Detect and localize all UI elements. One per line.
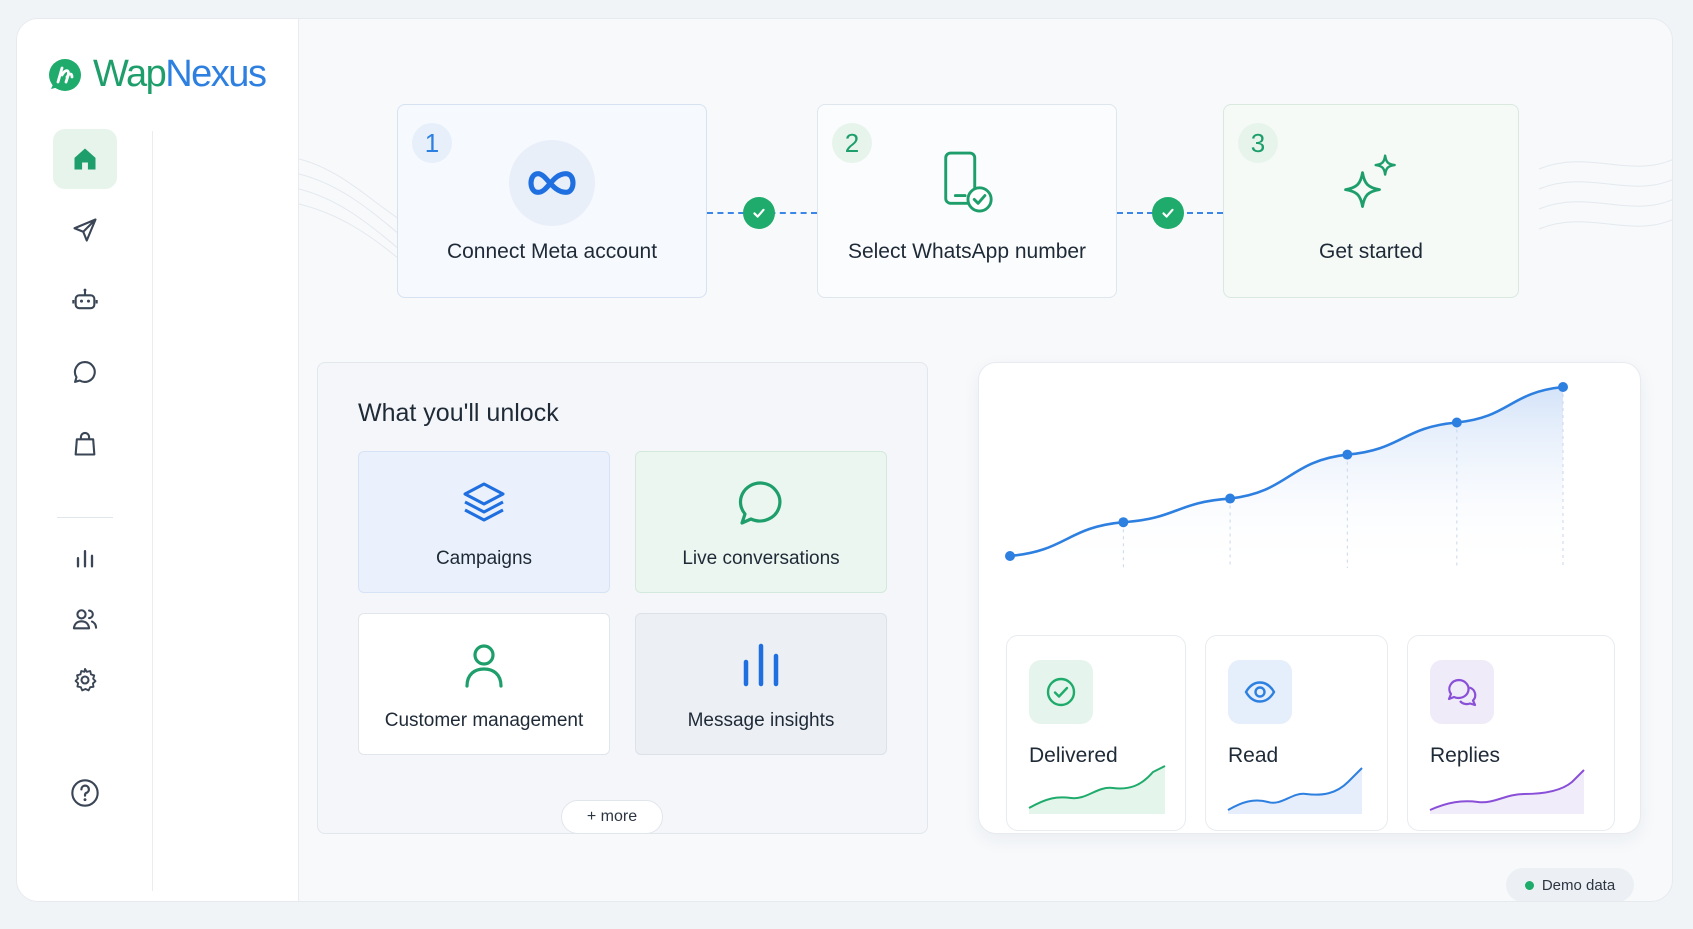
sidebar-item-settings[interactable] (53, 650, 117, 710)
chart-data-point (1558, 382, 1568, 392)
home-icon (74, 148, 96, 170)
step-icon-wrap (924, 140, 1010, 226)
sidebar-item-home[interactable] (53, 129, 117, 189)
metric-card-replies[interactable]: Replies (1407, 635, 1615, 831)
step-icon-wrap (1328, 140, 1414, 226)
demo-status-dot (1524, 880, 1534, 890)
demo-data-badge: Demo data (1506, 868, 1634, 901)
metric-card-read[interactable]: Read (1205, 635, 1388, 831)
bot-icon (72, 288, 98, 310)
step-select-number[interactable]: 2 Select WhatsApp number (817, 104, 1117, 298)
feature-label: Message insights (687, 710, 835, 731)
brand-name-part-wap: Wap (93, 53, 167, 95)
bars-icon (743, 643, 779, 687)
metric-icon-wrap (1228, 660, 1292, 724)
feature-label: Campaigns (435, 548, 533, 569)
sidebar-divider (57, 517, 113, 518)
unlock-panel: What you'll unlock Campaigns Live conver… (317, 362, 928, 834)
step-label: Select WhatsApp number (847, 240, 1087, 263)
brand-name: WapNexus (93, 53, 267, 96)
eye-icon (1244, 681, 1276, 703)
feature-customer-management[interactable]: Customer management (358, 613, 610, 755)
chart-data-point (1342, 449, 1353, 460)
feature-label: Customer management (384, 710, 584, 731)
shopping-bag-icon (74, 431, 96, 456)
sidebar-item-campaigns[interactable] (53, 200, 117, 260)
check-circle-icon (1046, 677, 1076, 707)
sidebar-item-commerce[interactable] (53, 414, 117, 474)
chat-bubble-icon (738, 481, 782, 525)
feature-label: Live conversations (682, 548, 840, 569)
metric-icon-wrap (1029, 660, 1093, 724)
sidebar-item-contacts[interactable] (53, 589, 117, 649)
chart-data-point (1225, 493, 1236, 504)
settings-icon (74, 667, 97, 692)
users-icon (72, 609, 98, 630)
phone-check-icon (944, 151, 993, 213)
unlock-title: What you'll unlock (358, 399, 559, 427)
replies-icon (1447, 678, 1477, 707)
feature-message-insights[interactable]: Message insights (635, 613, 887, 755)
sidebar-item-chats[interactable] (53, 342, 117, 402)
more-features-button[interactable]: + more (561, 800, 663, 834)
analytics-preview-card: Delivered Read Replies (978, 362, 1641, 834)
chart-data-point (1451, 417, 1462, 428)
sparkle-icon (1344, 154, 1396, 208)
sidebar-item-bot[interactable] (53, 270, 117, 330)
sidebar-item-help[interactable] (53, 763, 117, 823)
sidebar-item-analytics[interactable] (53, 527, 117, 587)
step-complete-check-icon (743, 197, 775, 229)
help-icon (71, 779, 99, 807)
feature-live-conversations[interactable]: Live conversations (635, 451, 887, 593)
sidebar: WapNexus (17, 19, 299, 901)
read-sparkline (1227, 767, 1363, 814)
brand-name-part-nexus: Nexus (165, 53, 267, 95)
feature-campaigns[interactable]: Campaigns (358, 451, 610, 593)
step-label: Get started (1319, 240, 1423, 263)
metric-card-delivered[interactable]: Delivered (1006, 635, 1186, 831)
step-icon-wrap (509, 140, 595, 226)
step-number: 1 (412, 123, 452, 163)
app-window: WapNexus 1 Connect Meta account 2 Select… (16, 18, 1673, 902)
replies-sparkline (1429, 769, 1585, 814)
step-get-started[interactable]: 3 Get started (1223, 104, 1519, 298)
sidebar-divider-vertical (152, 131, 153, 891)
metric-icon-wrap (1430, 660, 1494, 724)
chart-data-point (1005, 551, 1015, 561)
layers-icon (463, 482, 505, 522)
step-label: Connect Meta account (446, 240, 658, 263)
chat-icon (73, 361, 96, 383)
step-number: 3 (1238, 123, 1278, 163)
growth-area-chart (1005, 382, 1568, 570)
meta-infinity-icon (528, 171, 576, 195)
step-complete-check-icon (1152, 197, 1184, 229)
step-number: 2 (832, 123, 872, 163)
wapnexus-logo-icon (49, 58, 81, 91)
user-icon (465, 644, 503, 688)
delivered-sparkline (1028, 765, 1166, 814)
chart-data-point (1118, 517, 1129, 528)
brand[interactable]: WapNexus (45, 53, 267, 96)
step-connect-meta[interactable]: 1 Connect Meta account (397, 104, 707, 298)
bar-chart-icon (76, 550, 94, 568)
send-icon (73, 218, 97, 242)
demo-data-label: Demo data (1541, 876, 1616, 894)
